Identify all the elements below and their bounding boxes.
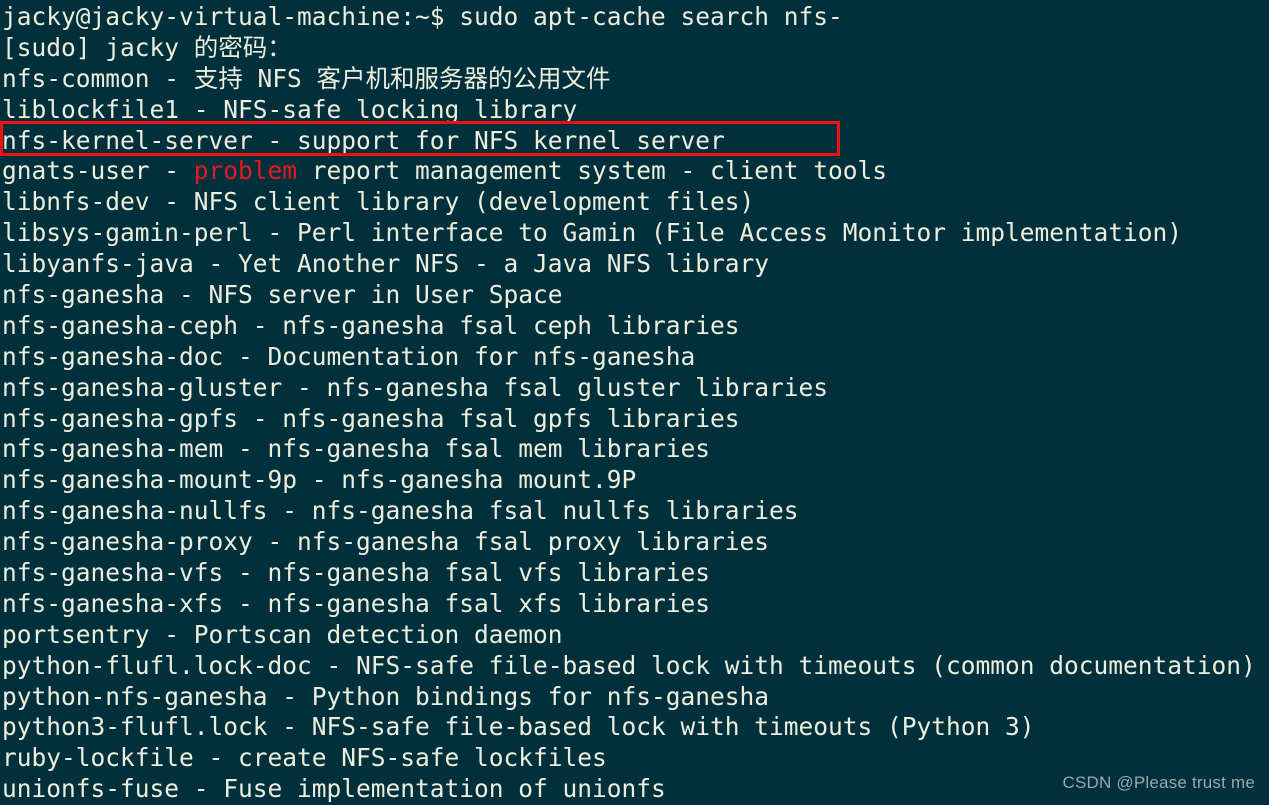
terminal-line: nfs-ganesha-xfs - nfs-ganesha fsal xfs l… (2, 588, 711, 618)
terminal-window[interactable]: jacky@jacky-virtual-machine:~$ sudo apt-… (0, 0, 1269, 805)
terminal-line: python-flufl.lock-doc - NFS-safe file-ba… (2, 650, 1256, 680)
terminal-line: nfs-ganesha-doc - Documentation for nfs-… (2, 341, 696, 371)
terminal-line: [sudo] jacky 的密码： (2, 32, 292, 62)
error-word-problem: problem (193, 156, 298, 186)
terminal-line: nfs-ganesha-proxy - nfs-ganesha fsal pro… (2, 527, 770, 557)
terminal-line: libnfs-dev - NFS client library (develop… (2, 187, 755, 217)
terminal-line: python-nfs-ganesha - Python bindings for… (2, 681, 770, 711)
terminal-line: libyanfs-java - Yet Another NFS - a Java… (2, 249, 770, 279)
csdn-watermark: CSDN @Please trust me (1062, 773, 1255, 793)
terminal-line: nfs-ganesha-gluster - nfs-ganesha fsal g… (2, 372, 829, 402)
terminal-line: nfs-ganesha - NFS server in User Space (2, 280, 563, 310)
terminal-line: nfs-ganesha-ceph - nfs-ganesha fsal ceph… (2, 310, 740, 340)
gnats-user-suffix: report management system - client tools (297, 156, 888, 186)
terminal-line: nfs-ganesha-vfs - nfs-ganesha fsal vfs l… (2, 558, 711, 588)
terminal-line: nfs-common - 支持 NFS 客户机和服务器的公用文件 (2, 63, 611, 93)
terminal-line: libsys-gamin-perl - Perl interface to Ga… (2, 218, 1183, 248)
terminal-line: nfs-ganesha-mount-9p - nfs-ganesha mount… (2, 465, 637, 495)
terminal-line: jacky@jacky-virtual-machine:~$ sudo apt-… (2, 2, 843, 31)
gnats-user-prefix: gnats-user - (2, 156, 194, 186)
terminal-line: nfs-ganesha-gpfs - nfs-ganesha fsal gpfs… (2, 403, 740, 433)
terminal-line: portsentry - Portscan detection daemon (2, 619, 563, 649)
terminal-line-nfs-kernel-server: nfs-kernel-server - support for NFS kern… (2, 125, 725, 155)
terminal-line: liblockfile1 - NFS-safe locking library (2, 94, 578, 124)
terminal-line: python3-flufl.lock - NFS-safe file-based… (2, 712, 1035, 742)
terminal-line: nfs-ganesha-nullfs - nfs-ganesha fsal nu… (2, 496, 799, 526)
terminal-line: nfs-ganesha-mem - nfs-ganesha fsal mem l… (2, 434, 711, 464)
terminal-line-gnats-user: gnats-user - problem report management s… (2, 156, 1269, 187)
